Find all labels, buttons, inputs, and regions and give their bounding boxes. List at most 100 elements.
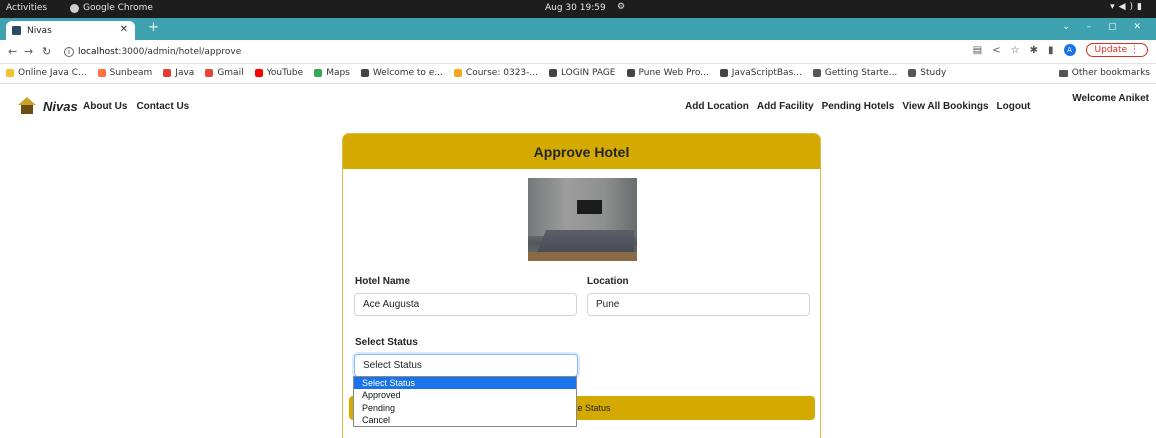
url-text: localhost:3000/admin/hotel/approve bbox=[78, 47, 242, 57]
card-title: Approve Hotel bbox=[343, 134, 820, 169]
bookmark-favicon-icon bbox=[314, 69, 323, 77]
bookmark-label: Study bbox=[920, 68, 947, 78]
bookmark-label: JavaScriptBas... bbox=[731, 68, 802, 78]
status-option[interactable]: Select Status bbox=[354, 377, 576, 390]
browser-tab[interactable]: Nivas ✕ bbox=[6, 21, 135, 40]
bookmark-item[interactable]: Getting Starte... bbox=[812, 68, 898, 78]
hotel-image bbox=[528, 178, 637, 261]
favicon-icon bbox=[12, 26, 21, 35]
tab-title: Nivas bbox=[27, 25, 52, 36]
system-tray[interactable]: ▾◀)▮ bbox=[1110, 2, 1146, 12]
window-controls[interactable]: ⌄ – ▢ ✕ bbox=[1062, 22, 1148, 32]
status-dropdown-list: Select Status Approved Pending Cancel bbox=[353, 376, 577, 427]
toolbar-right: ▤ < ☆ ✱ ▮ A Update ⋮ bbox=[973, 43, 1148, 57]
bookmark-label: Getting Starte... bbox=[824, 68, 898, 78]
status-select[interactable]: Select Status bbox=[354, 354, 578, 377]
new-tab-icon[interactable]: + bbox=[148, 20, 159, 35]
bookmark-star-icon[interactable]: ☆ bbox=[1011, 45, 1020, 56]
bookmark-favicon-icon bbox=[812, 69, 821, 77]
other-bookmarks-label: Other bookmarks bbox=[1071, 68, 1150, 78]
nav-link-logout[interactable]: Logout bbox=[997, 101, 1031, 112]
app-navbar: Nivas About Us Contact Us Add Location A… bbox=[0, 84, 1156, 130]
os-top-bar: Activities Google Chrome Aug 30 19:59 ⚙ … bbox=[0, 0, 1156, 18]
brand-name: Nivas bbox=[43, 98, 78, 114]
bookmark-label: YouTube bbox=[266, 68, 304, 78]
status-option[interactable]: Approved bbox=[354, 389, 576, 401]
bookmark-item[interactable]: Welcome to e... bbox=[360, 68, 443, 78]
folder-icon bbox=[1058, 69, 1068, 77]
location-input[interactable]: Pune bbox=[587, 293, 810, 316]
bookmark-favicon-icon bbox=[254, 69, 263, 77]
welcome-text: Welcome Aniket bbox=[1072, 93, 1149, 104]
bookmark-label: Course: 0323-... bbox=[465, 68, 538, 78]
nav-link-add-location[interactable]: Add Location bbox=[685, 101, 749, 112]
translate-icon[interactable]: ▤ bbox=[973, 45, 982, 56]
bookmark-item[interactable]: Java bbox=[163, 68, 194, 78]
sidepanel-icon[interactable]: ▮ bbox=[1048, 45, 1054, 56]
brand[interactable]: Nivas bbox=[18, 97, 78, 115]
bookmark-favicon-icon bbox=[97, 69, 106, 77]
nav-left: About Us Contact Us bbox=[83, 101, 189, 112]
bookmark-item[interactable]: YouTube bbox=[254, 68, 304, 78]
extensions-icon[interactable]: ✱ bbox=[1030, 45, 1038, 56]
bookmark-item[interactable]: Pune Web Pro... bbox=[626, 68, 709, 78]
bookmark-label: Java bbox=[175, 68, 195, 78]
bookmark-label: Sunbeam bbox=[109, 68, 153, 78]
status-option[interactable]: Pending bbox=[354, 402, 576, 414]
profile-avatar[interactable]: A bbox=[1063, 44, 1076, 56]
bookmark-label: Welcome to e... bbox=[372, 68, 443, 78]
bookmark-item[interactable]: Gmail bbox=[205, 68, 244, 78]
back-icon[interactable]: ← bbox=[8, 45, 17, 58]
hotel-name-input[interactable]: Ace Augusta bbox=[354, 293, 577, 316]
nav-link-about-us[interactable]: About Us bbox=[83, 101, 127, 112]
bookmark-label: LOGIN PAGE bbox=[560, 68, 616, 78]
notification-icon: ⚙ bbox=[617, 2, 626, 12]
update-button[interactable]: Update ⋮ bbox=[1085, 43, 1148, 57]
bookmarks-bar: Online Java C... Sunbeam Java Gmail YouTube M… bbox=[0, 64, 1156, 84]
hotel-name-label: Hotel Name bbox=[355, 276, 411, 287]
bookmark-label: Gmail bbox=[217, 68, 244, 78]
nav-link-pending-hotels[interactable]: Pending Hotels bbox=[822, 101, 895, 112]
bookmark-item[interactable]: Course: 0323-... bbox=[453, 68, 538, 78]
bookmarks-list: Online Java C... Sunbeam Java Gmail YouTube M… bbox=[6, 68, 946, 78]
location-label: Location bbox=[587, 276, 629, 287]
hotel-logo-icon bbox=[18, 97, 36, 115]
nav-right: Add Location Add Facility Pending Hotels… bbox=[685, 101, 1030, 112]
bookmark-item[interactable]: Sunbeam bbox=[97, 68, 153, 78]
bookmark-item[interactable]: Maps bbox=[314, 68, 350, 78]
bookmark-favicon-icon bbox=[908, 69, 917, 77]
activities-button[interactable]: Activities bbox=[6, 3, 47, 13]
reload-icon[interactable]: ↻ bbox=[42, 45, 51, 58]
site-info-icon[interactable]: i bbox=[64, 47, 74, 57]
bookmark-favicon-icon bbox=[548, 69, 557, 77]
nav-link-contact-us[interactable]: Contact Us bbox=[136, 101, 189, 112]
close-tab-icon[interactable]: ✕ bbox=[120, 24, 128, 35]
bookmark-favicon-icon bbox=[205, 69, 214, 77]
bookmark-favicon-icon bbox=[626, 69, 635, 77]
bookmark-item[interactable]: JavaScriptBas... bbox=[719, 68, 802, 78]
app-menu-label: Google Chrome bbox=[83, 3, 153, 13]
bookmark-favicon-icon bbox=[360, 69, 369, 77]
bookmark-favicon-icon bbox=[6, 69, 14, 77]
share-icon[interactable]: < bbox=[992, 45, 1000, 56]
toolbar: ← → ↻ i localhost:3000/admin/hotel/appro… bbox=[0, 40, 1156, 64]
other-bookmarks[interactable]: Other bookmarks bbox=[1058, 68, 1150, 78]
bookmark-label: Maps bbox=[326, 68, 350, 78]
bookmark-label: Pune Web Pro... bbox=[638, 68, 709, 78]
bookmark-item[interactable]: Online Java C... bbox=[6, 68, 87, 78]
chrome-icon bbox=[70, 3, 79, 13]
bookmark-favicon-icon bbox=[453, 69, 462, 77]
app-menu[interactable]: Google Chrome bbox=[70, 3, 153, 13]
nav-link-view-all-bookings[interactable]: View All Bookings bbox=[902, 101, 988, 112]
bookmark-item[interactable]: Study bbox=[908, 68, 946, 78]
forward-icon[interactable]: → bbox=[24, 45, 33, 58]
address-bar[interactable]: i localhost:3000/admin/hotel/approve bbox=[64, 44, 944, 60]
status-label: Select Status bbox=[355, 337, 418, 348]
bookmark-item[interactable]: LOGIN PAGE bbox=[548, 68, 616, 78]
bookmark-favicon-icon bbox=[719, 69, 728, 77]
clock[interactable]: Aug 30 19:59 bbox=[545, 3, 606, 13]
status-option[interactable]: Cancel bbox=[354, 414, 576, 426]
nav-link-add-facility[interactable]: Add Facility bbox=[757, 101, 814, 112]
bookmark-label: Online Java C... bbox=[18, 68, 87, 78]
tab-strip: Nivas ✕ + ⌄ – ▢ ✕ bbox=[0, 18, 1156, 40]
